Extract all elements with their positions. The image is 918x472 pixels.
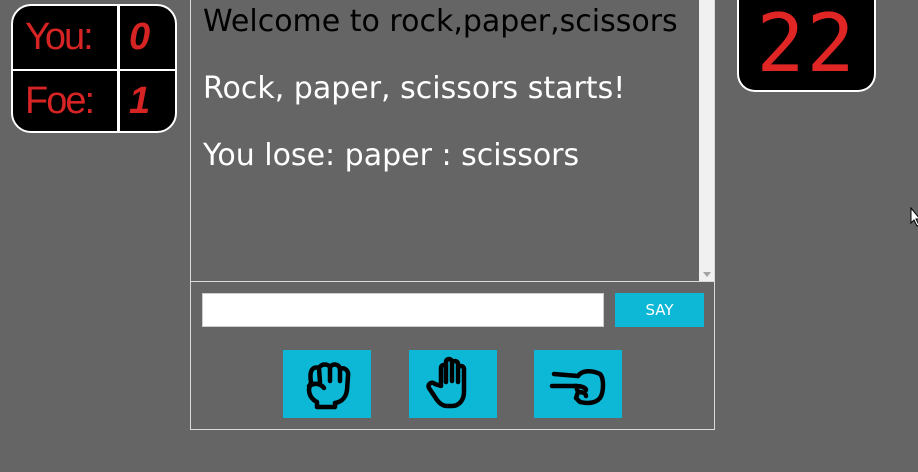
scoreboard-divider-horizontal: [13, 69, 175, 71]
chat-input[interactable]: [202, 293, 604, 327]
chat-divider: [191, 281, 714, 282]
paper-button[interactable]: [409, 350, 497, 418]
chat-panel: Welcome to rock,paper,scissors Rock, pap…: [190, 0, 715, 430]
message-start: Rock, paper, scissors starts!: [203, 71, 626, 106]
scoreboard: You: 0 Foe: 1: [11, 4, 177, 133]
hand-rock-icon: [306, 362, 351, 410]
you-label: You:: [25, 16, 94, 58]
say-button[interactable]: SAY: [615, 293, 704, 327]
scroll-down-arrow-icon[interactable]: [703, 272, 711, 277]
score-row-foe: Foe: 1: [13, 70, 175, 131]
message-welcome: Welcome to rock,paper,scissors: [203, 4, 678, 39]
you-score: 0: [129, 16, 150, 58]
score-row-you: You: 0: [13, 6, 175, 69]
message-log-scrollbar[interactable]: [699, 0, 714, 281]
message-log: Welcome to rock,paper,scissors Rock, pap…: [191, 0, 714, 281]
hand-paper-icon: [426, 356, 467, 409]
message-result: You lose: paper : scissors: [203, 138, 580, 173]
foe-score: 1: [129, 80, 150, 122]
foe-label: Foe:: [25, 80, 95, 122]
mouse-pointer-icon: [910, 207, 918, 227]
hand-scissors-icon: [549, 369, 606, 406]
rock-button[interactable]: [283, 350, 371, 418]
scissors-button[interactable]: [534, 350, 622, 418]
scoreboard-divider-vertical: [117, 6, 120, 131]
countdown-timer: 22: [737, 0, 876, 92]
